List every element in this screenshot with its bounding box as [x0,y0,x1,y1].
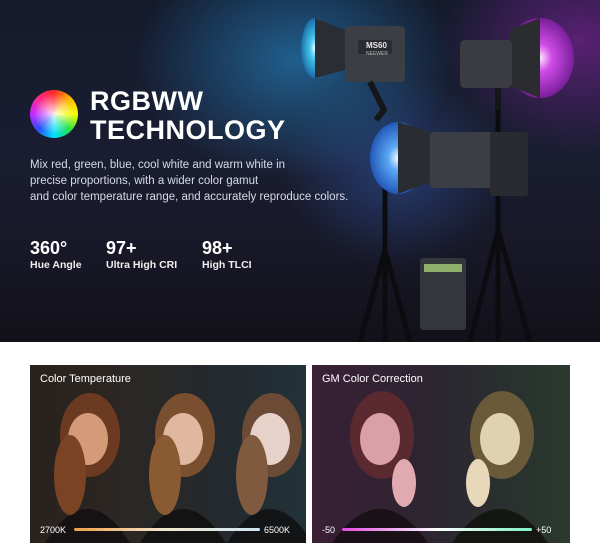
cct-max-label: 6500K [264,525,291,535]
gm-gradient-bar [342,528,532,531]
light-stand-left [357,185,413,342]
stat-label: Hue Angle [30,259,82,271]
stat-label: Ultra High CRI [106,259,178,271]
light-fixture-magenta [460,18,574,110]
cct-min-label: 2700K [40,525,67,535]
gm-min-label: -50 [322,525,336,535]
description-line: and color temperature range, and accurat… [30,191,349,203]
hero-banner: RGBWW TECHNOLOGY Mix red, green, blue, c… [0,0,600,342]
title-line-1: RGBWW [90,86,204,116]
stat-tlci: 98+ High TLCI [202,238,252,272]
hero-description: Mix red, green, blue, cool white and war… [30,157,349,205]
title-line-2: TECHNOLOGY [90,115,286,145]
description-line: Mix red, green, blue, cool white and war… [30,159,286,171]
stat-hue-angle: 360° Hue Angle [30,238,82,272]
portrait-comparison-image [45,393,306,543]
stat-value: 98+ [202,238,233,258]
color-temperature-panel: Color Temperature 2700K 6500K [30,365,306,543]
description-line: precise proportions, with a wider color … [30,175,259,187]
stat-label: High TLCI [202,259,252,271]
stat-value: 360° [30,238,68,258]
gm-max-label: +50 [536,525,552,535]
gm-correction-panel: GM Color Correction -50 +50 [312,365,570,543]
portrait-comparison-image [332,391,548,543]
stat-value: 97+ [106,238,137,258]
light-brand-label: NEEWER [366,51,388,57]
cct-gradient-bar [74,528,260,531]
light-fixture-cyan [301,18,405,122]
light-model-label: MS60 [366,41,387,50]
stat-cri: 97+ Ultra High CRI [106,238,177,272]
hero-title: RGBWW TECHNOLOGY [90,87,286,145]
rgb-color-wheel-icon [30,90,78,138]
light-fixture-blue [370,122,528,330]
